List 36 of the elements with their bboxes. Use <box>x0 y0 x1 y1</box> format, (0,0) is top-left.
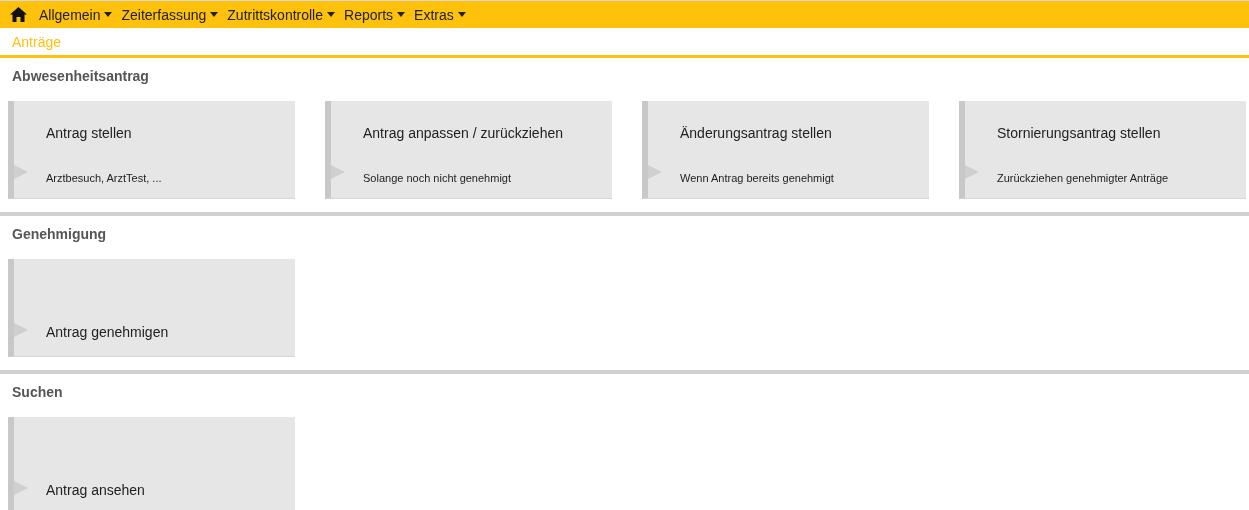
triangle-icon <box>14 481 28 495</box>
action-tile[interactable]: Änderungsantrag stellen Wenn Antrag bereits genehmigt <box>642 101 929 199</box>
menu-item[interactable]: Reports <box>344 6 406 23</box>
menu-item[interactable]: Zutrittskontrolle <box>227 6 335 23</box>
tile-title: Antrag genehmigen <box>46 324 170 340</box>
tile-title: Stornierungsantrag stellen <box>997 125 1162 141</box>
tile-subtitle: Solange noch nicht genehmigt <box>363 172 512 184</box>
home-icon[interactable] <box>10 7 27 22</box>
caret-icon <box>210 12 219 17</box>
caret-icon <box>457 12 466 17</box>
action-tile[interactable]: Antrag stellen Arztbesuch, ArztTest, ... <box>8 101 295 199</box>
tile-subtitle: Arztbesuch, ArztTest, ... <box>46 172 163 184</box>
tile-subtitle: Wenn Antrag bereits genehmigt <box>680 172 835 184</box>
section-title: Genehmigung <box>11 225 108 244</box>
caret-icon <box>397 12 406 17</box>
tile-title: Antrag ansehen <box>46 482 146 498</box>
triangle-icon <box>14 165 28 179</box>
menu-item[interactable]: Extras <box>414 6 466 23</box>
triangle-icon <box>331 165 345 179</box>
triangle-icon <box>965 165 979 179</box>
menu-item[interactable]: Zeiterfassung <box>121 6 219 23</box>
action-tile[interactable]: Antrag genehmigen <box>8 259 295 357</box>
tile-title: Antrag anpassen / zurückziehen <box>363 125 564 141</box>
tile-subtitle: Zurückziehen genehmigter Anträge <box>997 172 1170 184</box>
tile-title: Änderungsantrag stellen <box>680 125 833 141</box>
tile-title: Antrag stellen <box>46 125 133 141</box>
triangle-icon <box>14 323 28 337</box>
action-tile[interactable]: Stornierungsantrag stellen Zurückziehen genehmigter Anträge <box>959 101 1246 199</box>
action-tile[interactable]: Antrag anpassen / zurückziehen Solange noch nicht genehmigt <box>325 101 612 199</box>
action-tile[interactable]: Antrag ansehen <box>8 417 295 510</box>
section-title: Suchen <box>11 383 64 402</box>
triangle-icon <box>648 165 662 179</box>
caret-icon <box>327 12 335 17</box>
section-title: Abwesenheitsantrag <box>11 67 150 86</box>
caret-icon <box>104 12 113 17</box>
menu-item[interactable]: Allgemein <box>39 6 113 23</box>
